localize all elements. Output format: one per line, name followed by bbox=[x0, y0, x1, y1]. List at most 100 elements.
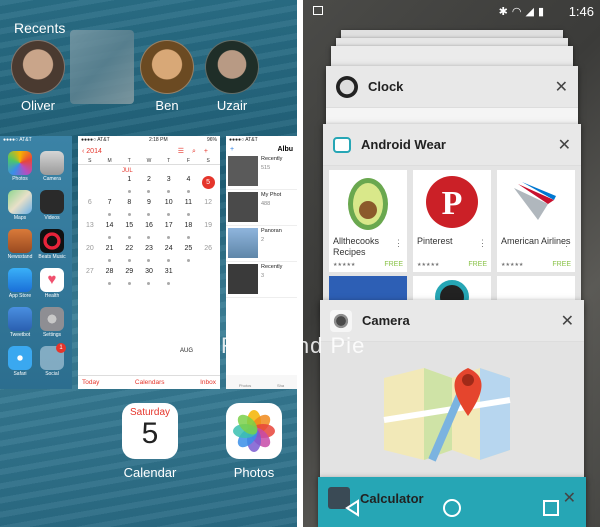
today-button[interactable]: Today bbox=[82, 379, 99, 386]
calendar-day[interactable]: 20 bbox=[80, 245, 100, 268]
calendar-day[interactable]: 16 bbox=[139, 222, 159, 245]
wear-app-american-airlines[interactable]: American Airlines ⋮ ★★★★★ FREE bbox=[497, 170, 575, 272]
calendar-day[interactable]: 12 bbox=[198, 199, 218, 222]
calendars-button[interactable]: Calendars bbox=[135, 379, 165, 386]
back-button[interactable] bbox=[333, 493, 373, 523]
calendar-day[interactable]: 30 bbox=[139, 268, 159, 291]
task-card-camera[interactable]: Camera ✕ bbox=[320, 300, 584, 480]
close-icon[interactable]: ✕ bbox=[558, 135, 571, 155]
day-of-week-row: SMTWTFS bbox=[78, 158, 220, 165]
calendar-day[interactable]: 6 bbox=[80, 199, 100, 222]
search-icon[interactable]: ⌕ bbox=[192, 148, 204, 155]
calendar-day[interactable]: 8 bbox=[119, 199, 139, 222]
app-newsstand[interactable]: Newsstand bbox=[4, 229, 36, 260]
svg-text:P: P bbox=[442, 185, 463, 222]
app-videos[interactable]: Videos bbox=[36, 190, 68, 221]
calendar-day[interactable]: 15 bbox=[119, 222, 139, 245]
recent-contact-ben[interactable]: Ben bbox=[137, 40, 197, 113]
mini-status-bar: ●●●●○ AT&T 2:18 PM 96% bbox=[81, 137, 217, 143]
calendar-day bbox=[80, 176, 100, 199]
calendar-day bbox=[179, 268, 199, 291]
calendar-day[interactable]: 26 bbox=[198, 245, 218, 268]
calendar-day[interactable]: 19 bbox=[198, 222, 218, 245]
recent-contact-oliver[interactable]: Oliver bbox=[8, 40, 68, 113]
wear-app-allthecooks[interactable]: Allthecooks Recipes ⋮ ★★★★★ FREE bbox=[329, 170, 407, 272]
calendar-day[interactable]: 4 bbox=[179, 176, 199, 199]
calendar-day[interactable]: 22 bbox=[119, 245, 139, 268]
recent-contact-uzair[interactable]: Uzair bbox=[202, 40, 262, 113]
calendar-day-number: 22 bbox=[125, 245, 134, 252]
app-health[interactable]: ♥ Health bbox=[36, 268, 68, 299]
calendar-day[interactable]: 24 bbox=[159, 245, 179, 268]
list-icon[interactable]: ☰ bbox=[178, 148, 192, 155]
add-album-icon[interactable]: + bbox=[230, 146, 234, 153]
calendar-day-number: 8 bbox=[127, 199, 132, 206]
home-screen-card[interactable]: ●●●●○ AT&T Photos Camera Maps Videos New… bbox=[0, 136, 72, 389]
app-settings[interactable]: Settings bbox=[36, 307, 68, 338]
rating-stars: ★★★★★ bbox=[417, 262, 440, 268]
overflow-menu-icon[interactable]: ⋮ bbox=[562, 238, 571, 249]
calendar-day[interactable]: 17 bbox=[159, 222, 179, 245]
calendar-app-icon[interactable]: Saturday 5 Calendar bbox=[120, 403, 180, 480]
calendar-day bbox=[198, 268, 218, 291]
event-dot bbox=[127, 282, 131, 285]
event-dot bbox=[127, 190, 131, 193]
calendar-day[interactable]: 27 bbox=[80, 268, 100, 291]
blurred-contact[interactable] bbox=[70, 30, 134, 104]
add-icon[interactable]: + bbox=[204, 148, 216, 155]
calendar-day[interactable]: 1 bbox=[119, 176, 139, 199]
close-icon[interactable]: ✕ bbox=[555, 77, 568, 97]
calendar-day[interactable]: 3 bbox=[159, 176, 179, 199]
calendar-day[interactable]: 28 bbox=[100, 268, 120, 291]
calendar-day-number: 29 bbox=[125, 268, 134, 275]
album-row[interactable]: Panoran 2 bbox=[226, 226, 297, 262]
calendar-day[interactable]: 10 bbox=[159, 199, 179, 222]
tweetbot-icon bbox=[8, 307, 32, 331]
home-button[interactable] bbox=[432, 493, 472, 523]
calendar-day[interactable]: 21 bbox=[100, 245, 120, 268]
task-card-android-wear[interactable]: Android Wear ✕ Allthecooks Recipes ⋮ ★★★… bbox=[323, 124, 581, 314]
wear-app-pinterest[interactable]: P Pinterest ⋮ ★★★★★ FREE bbox=[413, 170, 491, 272]
calendar-day[interactable]: 7 bbox=[100, 199, 120, 222]
recents-button[interactable] bbox=[531, 493, 571, 523]
recents-label: Recents bbox=[14, 20, 66, 36]
event-dot bbox=[108, 213, 112, 216]
app-social-folder[interactable]: 1 Social bbox=[36, 343, 68, 377]
calendar-day[interactable]: 13 bbox=[80, 222, 100, 245]
app-photos[interactable]: Photos bbox=[4, 151, 36, 182]
app-camera[interactable]: Camera bbox=[36, 151, 68, 182]
app-maps[interactable]: Maps bbox=[4, 190, 36, 221]
task-card-clock[interactable]: Clock ✕ bbox=[326, 66, 578, 126]
tab-photos[interactable]: Photos bbox=[239, 383, 251, 388]
calendar-day[interactable]: 18 bbox=[179, 222, 199, 245]
album-row[interactable]: My Phot 488 bbox=[226, 190, 297, 226]
album-row[interactable]: Recently 515 bbox=[226, 154, 297, 190]
app-safari[interactable]: Safari bbox=[4, 346, 36, 377]
back-to-year-button[interactable]: ‹ 2014 bbox=[82, 148, 102, 155]
calendar-app-card[interactable]: ●●●●○ AT&T 2:18 PM 96% ‹ 2014 ☰⌕+ S M T W T F… bbox=[78, 136, 220, 389]
overflow-menu-icon[interactable]: ⋮ bbox=[478, 238, 487, 249]
calendar-day[interactable]: 5 bbox=[198, 176, 218, 199]
photos-app-icon[interactable]: Photos bbox=[224, 403, 284, 480]
overflow-menu-icon[interactable]: ⋮ bbox=[394, 238, 403, 249]
app-tweetbot[interactable]: Tweetbot bbox=[4, 307, 36, 338]
event-dot bbox=[167, 236, 171, 239]
calendar-day[interactable]: 25 bbox=[179, 245, 199, 268]
inbox-button[interactable]: Inbox bbox=[200, 379, 216, 386]
close-icon[interactable]: ✕ bbox=[561, 311, 574, 331]
app-app-store[interactable]: App Store bbox=[4, 268, 36, 299]
calendar-day-number: 10 bbox=[164, 199, 173, 206]
calendar-day[interactable]: 9 bbox=[139, 199, 159, 222]
album-row[interactable]: Recently 3 bbox=[226, 262, 297, 298]
calendar-day[interactable]: 11 bbox=[179, 199, 199, 222]
app-beats-music[interactable]: Beats Music bbox=[36, 229, 68, 260]
calendar-day-number: 12 bbox=[204, 199, 213, 206]
wifi-icon: ◠ bbox=[511, 6, 526, 18]
calendar-day[interactable]: 14 bbox=[100, 222, 120, 245]
calendar-day[interactable]: 23 bbox=[139, 245, 159, 268]
calendar-day[interactable]: 29 bbox=[119, 268, 139, 291]
tab-shared[interactable]: Sha bbox=[277, 383, 284, 388]
event-dot bbox=[147, 282, 151, 285]
calendar-day[interactable]: 2 bbox=[139, 176, 159, 199]
calendar-day[interactable]: 31 bbox=[159, 268, 179, 291]
